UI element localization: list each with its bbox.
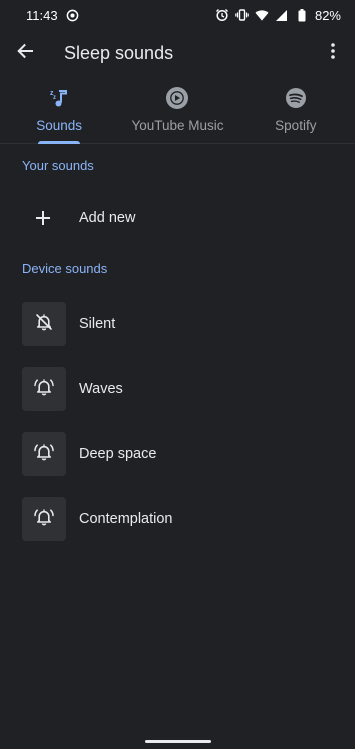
alarm-icon: [215, 8, 229, 22]
sleep-sounds-screen: 11:43 82% Sleep sounds z z Sounds YouTub…: [0, 0, 355, 749]
vibrate-icon: [235, 8, 249, 22]
page-title: Sleep sounds: [64, 42, 174, 63]
youtube-music-icon: [165, 86, 189, 110]
sound-label: Deep space: [79, 446, 157, 462]
sound-label: Silent: [79, 316, 116, 332]
music-note-sleep-icon: z z: [47, 86, 71, 110]
status-time: 11:43: [26, 7, 58, 23]
cell-signal-icon: [275, 8, 289, 22]
alarm-bell-icon: [33, 507, 55, 532]
tab-spotify[interactable]: Spotify: [237, 80, 355, 143]
arrow-back-icon: [16, 42, 34, 65]
app-bar: Sleep sounds: [0, 30, 355, 76]
device-sounds-header: Device sounds: [22, 261, 108, 276]
sound-tile: [22, 302, 66, 346]
tab-youtube-music-label: YouTube Music: [131, 118, 224, 133]
your-sounds-header: Your sounds: [22, 158, 94, 173]
sound-label: Waves: [79, 381, 123, 397]
add-icon: [22, 196, 66, 240]
sound-tile: [22, 432, 66, 476]
tab-youtube-music[interactable]: YouTube Music: [118, 80, 236, 143]
add-new-sound-button[interactable]: Add new: [0, 196, 355, 240]
sound-tile: [22, 367, 66, 411]
source-tabs: z z Sounds YouTube Music Spotify: [0, 80, 355, 144]
sound-tile: [22, 497, 66, 541]
tab-sounds[interactable]: z z Sounds: [0, 80, 118, 144]
sound-item-contemplation[interactable]: Contemplation: [0, 497, 355, 541]
active-tab-indicator: [38, 141, 81, 144]
battery-percentage: 82%: [314, 7, 341, 23]
sound-item-silent[interactable]: Silent: [0, 302, 355, 346]
back-button[interactable]: [0, 30, 50, 76]
status-bar-right: 82%: [215, 8, 341, 23]
alarm-off-icon: [34, 312, 54, 337]
sound-item-waves[interactable]: Waves: [0, 367, 355, 411]
status-bar: 11:43 82%: [0, 0, 355, 30]
focus-mode-icon: [66, 8, 80, 22]
battery-icon: [295, 8, 309, 22]
tab-spotify-label: Spotify: [275, 118, 317, 133]
more-vert-icon: [331, 42, 335, 64]
alarm-bell-icon: [33, 442, 55, 467]
sound-label: Contemplation: [79, 511, 173, 527]
more-options-button[interactable]: [315, 30, 351, 76]
spotify-icon: [284, 86, 308, 110]
gesture-navigation-bar[interactable]: [145, 740, 211, 743]
svg-text:z: z: [53, 95, 56, 101]
add-new-label: Add new: [79, 210, 136, 226]
tab-sounds-label: Sounds: [36, 118, 83, 133]
alarm-bell-icon: [33, 377, 55, 402]
wifi-icon: [255, 8, 269, 22]
status-bar-left: 11:43: [26, 8, 80, 23]
sound-item-deep-space[interactable]: Deep space: [0, 432, 355, 476]
